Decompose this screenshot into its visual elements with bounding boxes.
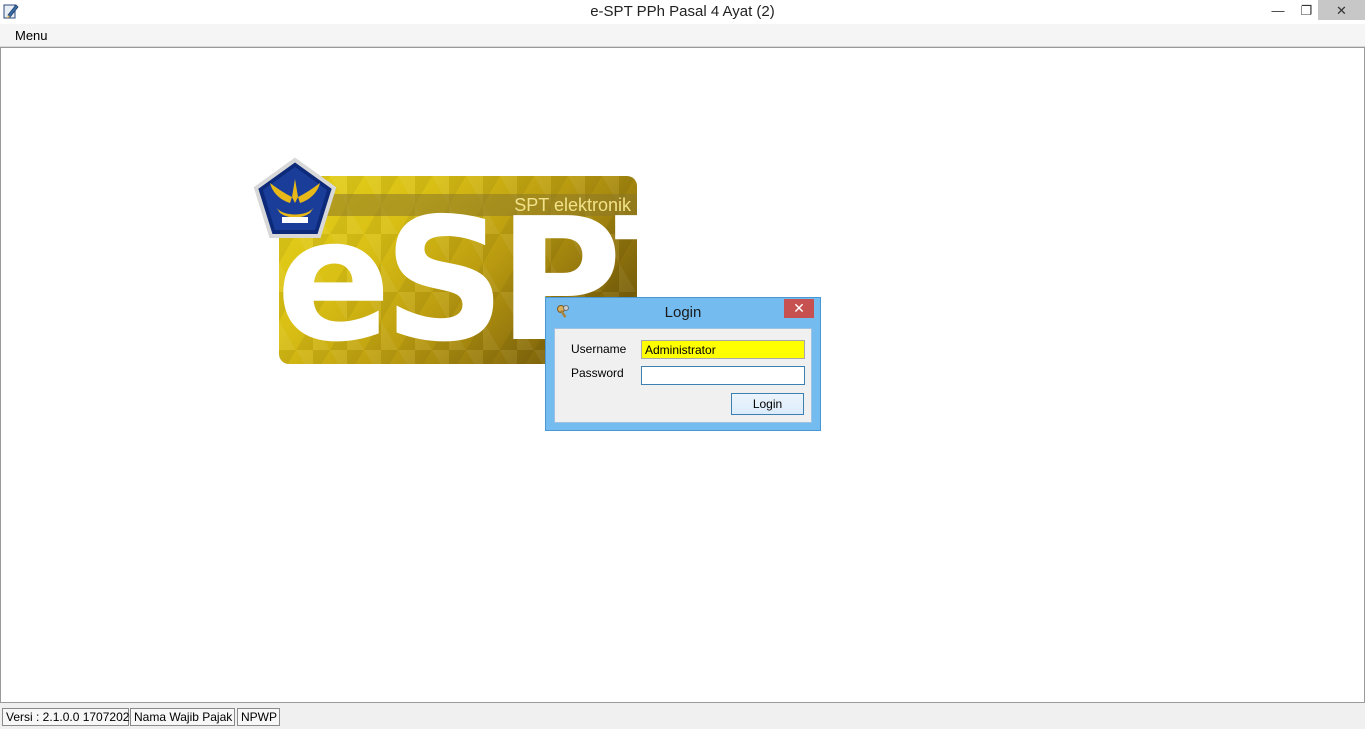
window-title: e-SPT PPh Pasal 4 Ayat (2) (590, 3, 775, 20)
login-form: Username Password Login (554, 328, 812, 423)
password-label: Password (571, 366, 624, 380)
password-input[interactable] (641, 366, 805, 385)
minimize-button[interactable]: — (1263, 0, 1293, 21)
login-dialog: Login ✕ Username Password Login (545, 297, 821, 431)
login-button[interactable]: Login (731, 393, 804, 415)
kementerian-keuangan-emblem-icon (252, 157, 338, 241)
status-npwp: NPWP (237, 708, 280, 726)
window-title-bar[interactable]: e-SPT PPh Pasal 4 Ayat (2) — ❐ ✕ (0, 0, 1365, 24)
restore-button[interactable]: ❐ (1293, 0, 1320, 21)
close-window-button[interactable]: ✕ (1318, 0, 1365, 20)
status-bar: Versi : 2.1.0.0 17072020 Nama Wajib Paja… (0, 703, 1365, 729)
status-nama-wajib-pajak: Nama Wajib Pajak (130, 708, 235, 726)
dialog-close-button[interactable]: ✕ (784, 299, 814, 318)
status-version: Versi : 2.1.0.0 17072020 (2, 708, 136, 726)
username-input[interactable] (641, 340, 805, 359)
dialog-title: Login (664, 304, 702, 321)
username-label: Username (571, 342, 627, 356)
menu-bar: Menu (0, 24, 1365, 47)
menu-item-menu[interactable]: Menu (15, 28, 48, 43)
